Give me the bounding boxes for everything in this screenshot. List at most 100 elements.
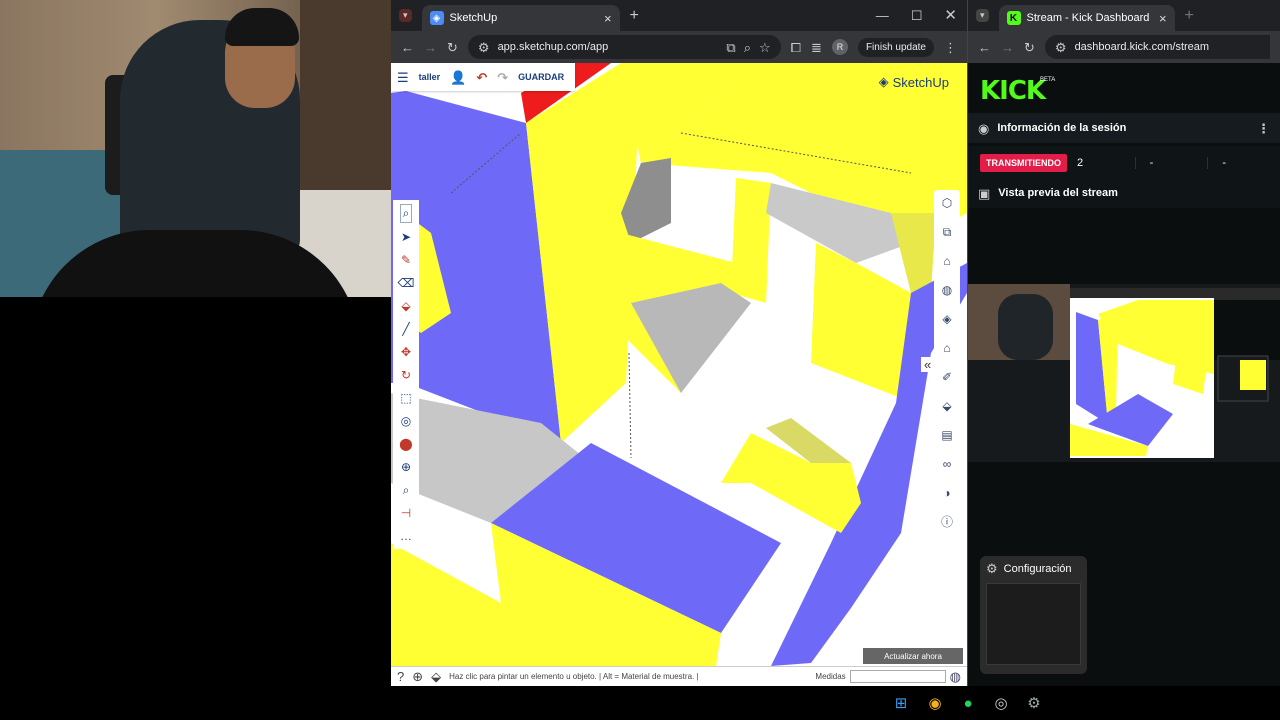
kick-favicon-icon: K (1006, 11, 1021, 25)
info-icon[interactable]: ⓘ (941, 513, 953, 532)
sketchup-logo-text: SketchUp (892, 74, 949, 90)
materials-icon[interactable]: ⌂ (943, 252, 950, 271)
maximize-icon[interactable]: ☐ (911, 9, 923, 22)
paint-hint-icon: ⬙ (431, 669, 442, 684)
status-hint-text: Haz clic para pintar un elemento u objet… (449, 672, 699, 681)
3d-model-canvas[interactable] (391, 63, 967, 666)
tab-title: SketchUp (449, 12, 498, 24)
new-tab-icon[interactable]: + (630, 7, 639, 24)
paint-bucket-tool-icon[interactable]: ⬤ (399, 436, 412, 453)
geo-location-icon[interactable]: ⊕ (412, 670, 423, 683)
tags-icon[interactable]: ◈ (942, 310, 951, 329)
search-tool-icon[interactable]: ⌕ (399, 204, 413, 223)
stream-preview-title: Vista previa del stream (998, 187, 1118, 199)
solid-inspector-icon[interactable]: ◑ (943, 484, 950, 503)
rotate-tool-icon[interactable]: ↻ (401, 367, 411, 384)
folder-name[interactable]: taller (419, 72, 441, 82)
kick-reload-icon[interactable]: ↻ (1024, 41, 1035, 54)
sketchup-logo-icon: ◈ (878, 74, 889, 89)
stat-value-2: - (1134, 157, 1208, 169)
outliner-icon[interactable]: ▤ (941, 426, 952, 445)
more-tools-icon[interactable]: … (400, 528, 412, 545)
styles-icon[interactable]: ◍ (942, 281, 952, 300)
scenes-icon[interactable]: ⌂ (943, 339, 950, 358)
kick-back-icon[interactable]: ← (978, 41, 991, 54)
tab-bar: ▾ ◈ SketchUp × + — ☐ ✕ (391, 0, 967, 31)
redo-icon[interactable]: ↷ (497, 71, 508, 84)
more-menu-icon[interactable]: ⋮ (944, 41, 957, 54)
back-icon[interactable]: ← (401, 41, 414, 54)
help-icon[interactable]: ? (397, 670, 404, 683)
kick-close-tab-icon[interactable]: × (1159, 11, 1167, 26)
zoom-icon[interactable]: ⌕ (744, 41, 751, 54)
line-tool-icon[interactable]: ╱ (402, 321, 409, 338)
settings-gear-icon: ⚙ (986, 561, 998, 576)
stream-preview-header: ▣ Vista previa del stream (968, 178, 1280, 208)
install-app-icon[interactable]: ⧉ (726, 41, 735, 54)
shadows-icon[interactable]: ⬙ (942, 397, 951, 416)
settings-window-preview[interactable]: ⚙ Configuración (980, 556, 1087, 674)
undo-icon[interactable]: ↶ (476, 71, 487, 84)
move-tool-icon[interactable]: ✥ (401, 344, 411, 361)
kick-url-text: dashboard.kick.com/stream (1074, 41, 1210, 53)
kick-site-info-icon[interactable]: ⚙ (1055, 41, 1067, 54)
nav-bar: ← → ↻ ⚙ app.sketchup.com/app ⧉ ⌕ ☆ ⧠ ≣ R… (391, 31, 967, 63)
tab-sketchup[interactable]: ◈ SketchUp × (421, 5, 620, 31)
offset-tool-icon[interactable]: ◎ (401, 413, 411, 430)
components-icon[interactable]: ⧉ (943, 223, 952, 242)
scale-tool-icon[interactable]: ⬚ (400, 390, 411, 407)
settings-taskbar-icon[interactable]: ⚙ (1022, 692, 1046, 714)
kick-beta-badge: BETA (1040, 77, 1056, 83)
entity-info-icon[interactable]: ⬡ (942, 194, 952, 213)
tab-kick-dashboard[interactable]: K Stream - Kick Dashboard × (998, 5, 1175, 31)
hamburger-menu-icon[interactable]: ☰ (397, 71, 409, 84)
minimize-icon[interactable]: — (876, 9, 889, 22)
forward-icon[interactable]: → (424, 41, 437, 54)
eraser-tool-icon[interactable]: ⌫ (398, 275, 415, 292)
orbit-tool-icon[interactable]: ⊕ (401, 459, 411, 476)
kick-address-bar[interactable]: ⚙ dashboard.kick.com/stream (1044, 35, 1270, 59)
collapse-panel-icon[interactable]: « (921, 357, 935, 372)
preview-icon: ▣ (978, 185, 991, 201)
close-tab-icon[interactable]: × (604, 11, 612, 26)
share-user-icon[interactable]: 👤 (450, 71, 466, 84)
select-tool-icon[interactable]: ➤ (401, 229, 411, 246)
kick-logo[interactable]: KICK (980, 76, 1046, 106)
broadcast-icon: ◉ (978, 120, 990, 136)
bookmark-star-icon[interactable]: ☆ (759, 41, 771, 54)
display-icon[interactable]: ∞ (943, 455, 952, 474)
measurements-input[interactable] (849, 670, 946, 683)
save-button[interactable]: GUARDAR (518, 72, 564, 82)
stat-value-3: - (1207, 157, 1280, 169)
kick-forward-icon[interactable]: → (1001, 41, 1014, 54)
kick-new-tab-icon[interactable]: + (1185, 7, 1194, 24)
soften-edges-icon[interactable]: ✐ (942, 368, 952, 387)
kick-tab-menu-icon[interactable]: ▾ (976, 9, 989, 22)
stream-preview-video[interactable] (968, 284, 1280, 462)
globe-icon[interactable]: ◍ (950, 670, 961, 683)
reading-list-icon[interactable]: ≣ (811, 41, 822, 54)
site-info-icon[interactable]: ⚙ (478, 41, 490, 54)
session-menu-icon[interactable]: ⋮ (1257, 122, 1270, 135)
profile-avatar[interactable]: R (831, 39, 848, 55)
obs-taskbar-icon[interactable]: ◎ (989, 692, 1013, 714)
settings-thumbnail (986, 583, 1081, 665)
update-now-button[interactable]: Actualizar ahora (863, 648, 963, 664)
url-text: app.sketchup.com/app (497, 41, 609, 53)
finish-update-button[interactable]: Finish update (857, 37, 934, 57)
address-bar[interactable]: ⚙ app.sketchup.com/app ⧉ ⌕ ☆ (467, 35, 781, 59)
chrome-taskbar-icon[interactable]: ◉ (923, 692, 947, 714)
zoom-tool-icon[interactable]: ⌕ (403, 482, 410, 499)
pencil-tool-icon[interactable]: ✎ (401, 252, 411, 269)
section-tool-icon[interactable]: ⊣ (401, 505, 411, 522)
measurements-label: Medidas (815, 672, 846, 681)
push-pull-tool-icon[interactable]: ⬙ (401, 298, 410, 315)
stream-preview-frame (968, 284, 1280, 458)
tab-menu-icon[interactable]: ▾ (399, 9, 412, 22)
extensions-icon[interactable]: ⧠ (791, 41, 801, 54)
start-button-icon[interactable]: ⊞ (889, 692, 913, 714)
reload-icon[interactable]: ↻ (447, 41, 458, 54)
kick-nav-bar: ← → ↻ ⚙ dashboard.kick.com/stream (968, 31, 1280, 63)
spotify-taskbar-icon[interactable]: ● (956, 692, 980, 714)
close-window-icon[interactable]: ✕ (944, 8, 957, 23)
